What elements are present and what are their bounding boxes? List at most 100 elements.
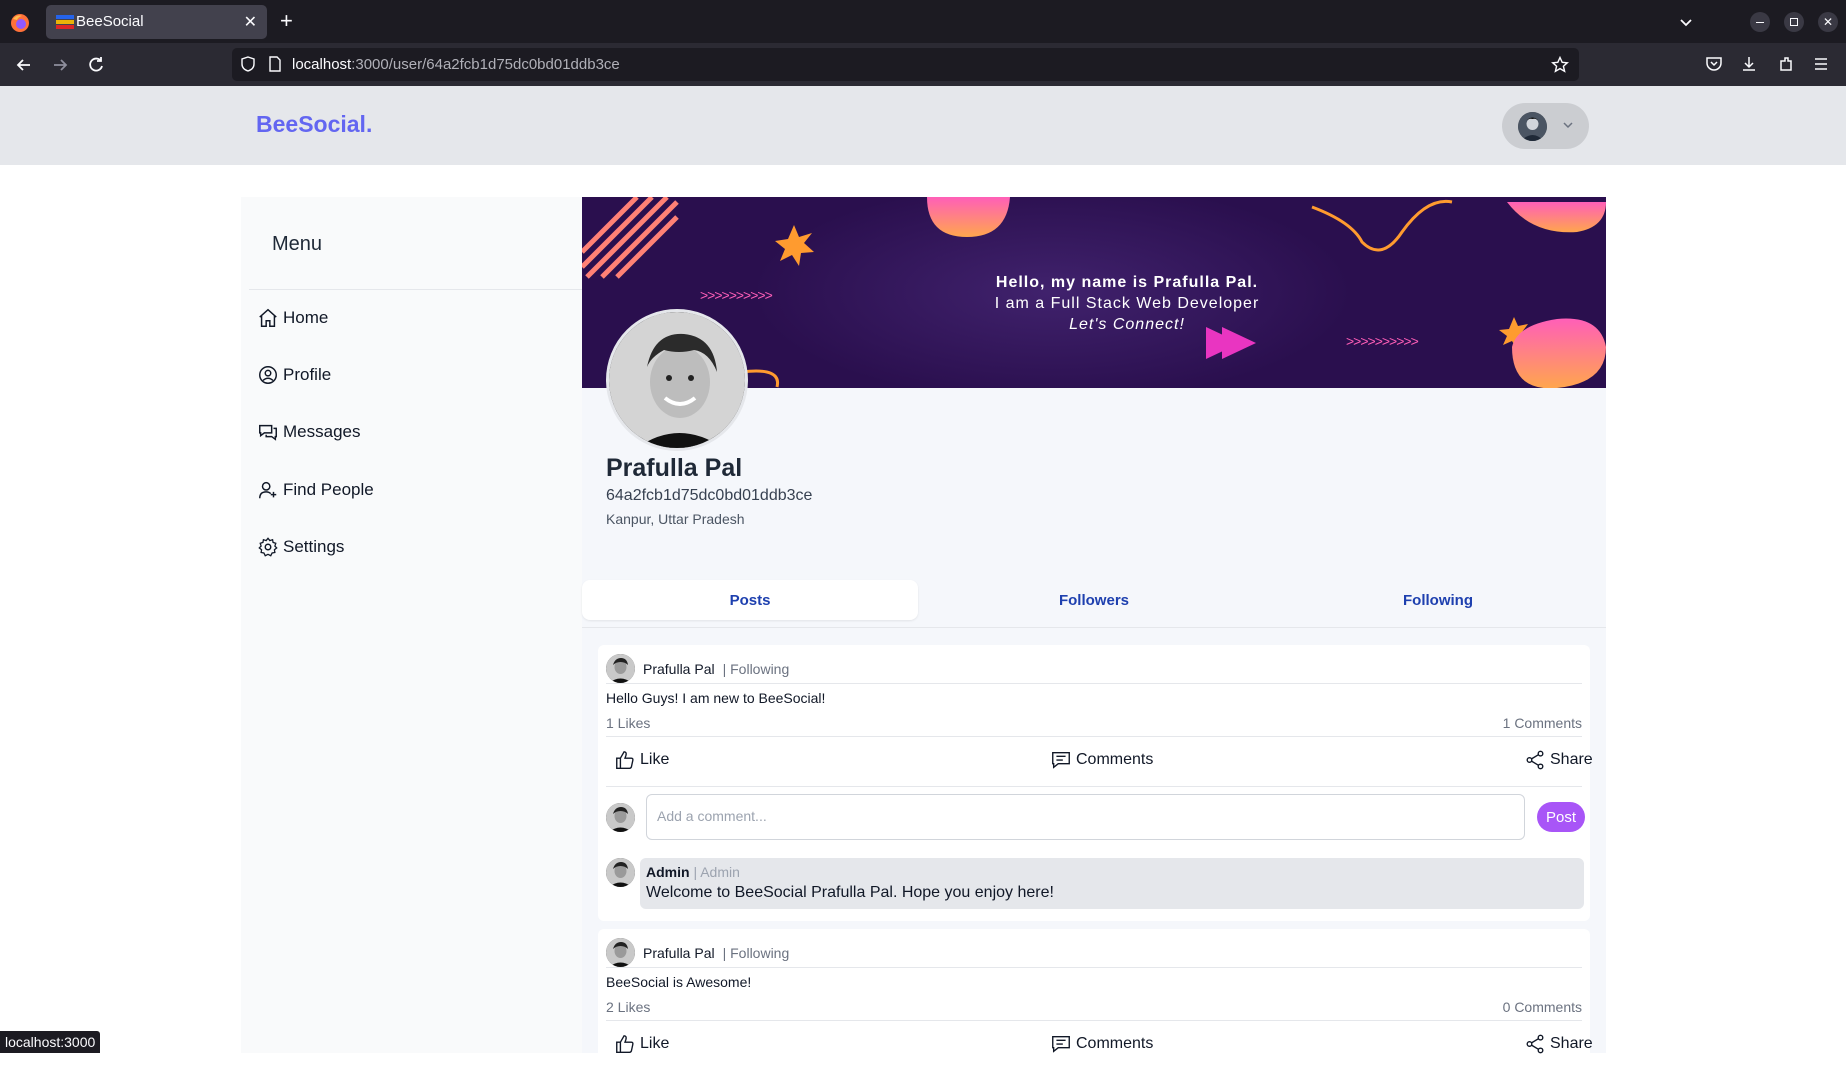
- profile-avatar: [606, 309, 748, 451]
- comment-icon: [1052, 1035, 1070, 1053]
- profile-tabs: Posts Followers Following: [582, 580, 1606, 628]
- browser-tab-beesocial[interactable]: BeeSocial ✕: [46, 5, 267, 39]
- url-host: localhost: [292, 56, 352, 73]
- post-author[interactable]: Prafulla Pal: [643, 661, 715, 677]
- brand-logo[interactable]: BeeSocial.: [256, 111, 372, 138]
- share-button[interactable]: Share: [1524, 749, 1593, 771]
- address-bar[interactable]: localhost:3000/user/64a2fcb1d75dc0bd01dd…: [232, 48, 1579, 81]
- profile-main: >>>>>>>>>> >>>>>>>>>> Hello, my name is …: [582, 197, 1606, 1069]
- reload-icon[interactable]: [86, 55, 106, 75]
- sidebar-item-find-people[interactable]: Find People: [257, 475, 374, 505]
- sidebar-item-messages[interactable]: Messages: [257, 417, 360, 447]
- page-icon: [269, 56, 281, 72]
- user-menu-button[interactable]: [1502, 103, 1589, 149]
- banner-line-1: Hello, my name is Prafulla Pal.: [995, 274, 1259, 291]
- banner-line-3: Let's Connect!: [1069, 316, 1185, 333]
- shield-icon[interactable]: [240, 56, 256, 72]
- comment-input[interactable]: Add a comment...: [646, 794, 1525, 840]
- firefox-icon[interactable]: [8, 11, 32, 35]
- like-button[interactable]: Like: [614, 749, 669, 771]
- like-label: Like: [640, 1035, 670, 1052]
- comments-label: Comments: [1076, 751, 1154, 768]
- sidebar-item-label: Messages: [283, 422, 361, 441]
- tab-following[interactable]: Following: [1270, 580, 1606, 620]
- hamburger-menu-icon[interactable]: [1812, 55, 1830, 73]
- post-text: Hello Guys! I am new to BeeSocial!: [606, 690, 826, 706]
- profile-location: Kanpur, Uttar Pradesh: [606, 511, 745, 527]
- like-label: Like: [640, 751, 670, 768]
- sidebar-item-label: Profile: [283, 365, 332, 384]
- home-icon: [259, 308, 277, 327]
- post-text: BeeSocial is Awesome!: [606, 974, 752, 990]
- avatar: [606, 858, 635, 887]
- comment-text: Welcome to BeeSocial Prafulla Pal. Hope …: [646, 884, 1054, 901]
- tab-posts[interactable]: Posts: [582, 580, 918, 620]
- banner-text: Hello, my name is Prafulla Pal. I am a F…: [902, 272, 1352, 335]
- sidebar-item-profile[interactable]: Profile: [257, 360, 331, 390]
- share-button[interactable]: Share: [1524, 1033, 1593, 1055]
- post-relation: | Following: [722, 660, 790, 677]
- close-window-button[interactable]: ✕: [1818, 12, 1838, 32]
- comments-button[interactable]: Comments: [1050, 749, 1153, 771]
- sidebar: Menu Home Profile Messages Find People S…: [241, 197, 582, 1053]
- browser-tab-bar: BeeSocial ✕ + ✕: [0, 0, 1846, 43]
- comment-icon: [1052, 751, 1070, 769]
- divider: [606, 967, 1582, 968]
- profile-id: 64a2fcb1d75dc0bd01ddb3ce: [606, 487, 813, 504]
- avatar: [606, 803, 635, 832]
- post-header: Prafulla Pal | Following: [606, 654, 789, 683]
- downloads-icon[interactable]: [1740, 55, 1758, 73]
- share-label: Share: [1550, 751, 1593, 768]
- comment-author[interactable]: Admin: [646, 864, 690, 880]
- post-comment-button[interactable]: Post: [1537, 802, 1585, 832]
- user-plus-icon: [259, 481, 277, 499]
- forward-icon[interactable]: [50, 55, 70, 75]
- divider: [606, 1020, 1582, 1021]
- sidebar-item-settings[interactable]: Settings: [257, 532, 344, 562]
- new-tab-button[interactable]: +: [280, 7, 293, 35]
- sidebar-item-label: Find People: [283, 480, 374, 499]
- like-button[interactable]: Like: [614, 1033, 669, 1055]
- comments-button[interactable]: Comments: [1050, 1033, 1153, 1055]
- restore-button[interactable]: [1784, 12, 1804, 32]
- sidebar-item-home[interactable]: Home: [257, 303, 328, 333]
- post-likes-count[interactable]: 2 Likes: [606, 999, 650, 1015]
- comments-label: Comments: [1076, 1035, 1154, 1052]
- url-text[interactable]: localhost:3000/user/64a2fcb1d75dc0bd01dd…: [292, 56, 620, 73]
- share-icon: [1526, 750, 1544, 770]
- post-likes-count[interactable]: 1 Likes: [606, 715, 650, 731]
- banner-chevrons-right: >>>>>>>>>>: [1346, 333, 1419, 349]
- avatar[interactable]: [606, 938, 635, 967]
- thumbs-up-icon: [616, 751, 634, 769]
- bookmark-star-icon[interactable]: [1551, 56, 1569, 74]
- favicon-icon: [56, 15, 74, 29]
- divider: [606, 683, 1582, 684]
- banner-line-2: I am a Full Stack Web Developer: [994, 295, 1260, 312]
- comment-bubble: Admin | Admin Welcome to BeeSocial Prafu…: [640, 858, 1584, 909]
- back-icon[interactable]: [14, 55, 34, 75]
- post-header: Prafulla Pal | Following: [606, 938, 789, 967]
- tab-close-icon[interactable]: ✕: [244, 12, 257, 32]
- comment-relation: | Admin: [693, 864, 740, 880]
- divider: [606, 736, 1582, 737]
- post-card: Prafulla Pal | Following BeeSocial is Aw…: [598, 929, 1593, 1069]
- post-author[interactable]: Prafulla Pal: [643, 945, 715, 961]
- post-relation: | Following: [722, 944, 790, 961]
- divider: [606, 786, 1582, 787]
- post-comments-count[interactable]: 0 Comments: [1503, 999, 1582, 1015]
- post-comments-count[interactable]: 1 Comments: [1503, 715, 1582, 731]
- minimize-button[interactable]: [1750, 12, 1770, 32]
- banner-chevrons-left: >>>>>>>>>>: [700, 287, 773, 303]
- share-icon: [1526, 1034, 1544, 1054]
- pocket-icon[interactable]: [1705, 55, 1723, 73]
- tab-followers[interactable]: Followers: [926, 580, 1262, 620]
- avatar[interactable]: [606, 654, 635, 683]
- tab-title: BeeSocial: [76, 13, 144, 30]
- browser-nav-bar: localhost:3000/user/64a2fcb1d75dc0bd01dd…: [0, 43, 1846, 86]
- extensions-icon[interactable]: [1777, 55, 1795, 73]
- status-bar-url: localhost:3000: [0, 1031, 101, 1053]
- tab-list-chevron-icon[interactable]: [1678, 14, 1694, 30]
- app-header: BeeSocial.: [0, 86, 1846, 165]
- menu-title: Menu: [272, 233, 323, 255]
- thumbs-up-icon: [616, 1035, 634, 1053]
